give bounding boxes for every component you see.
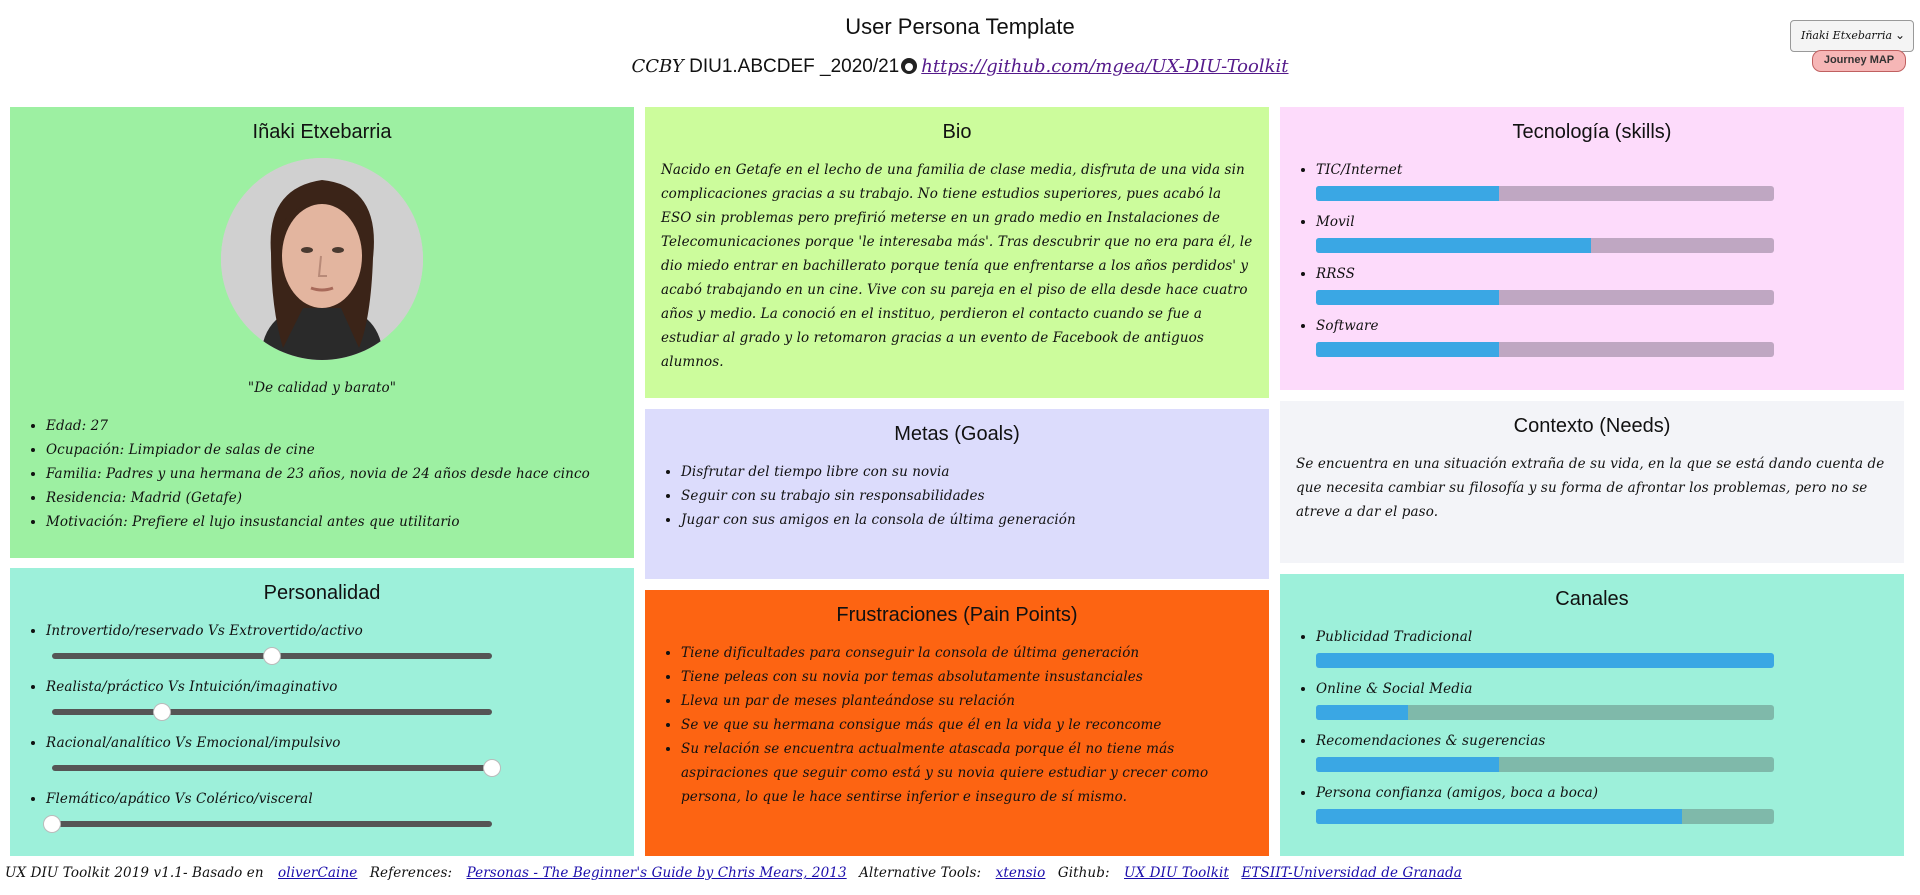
channel-bar [1316,705,1774,720]
references-label: References: [369,865,453,881]
skill-bar [1316,238,1774,253]
goals-title: Metas (Goals) [894,423,1020,445]
context-title: Contexto (Needs) [1513,415,1671,437]
skill-label: TIC/Internet [1316,162,1403,178]
footer: UX DIU Toolkit 2019 v1.1- Basado en oliv… [5,865,1470,881]
trait-item: Introvertido/reservado Vs Extrovertido/a… [46,619,618,643]
github-link[interactable]: UX DIU Toolkit [1124,865,1229,881]
university-link[interactable]: ETSIIT-Universidad de Granada [1241,865,1461,881]
frustrations-card: Frustraciones (Pain Points) Tiene dificu… [645,590,1269,856]
trait-label: Flemático/apático Vs Colérico/visceral [46,791,313,807]
slider-knob[interactable] [263,647,281,665]
channel-bar [1316,653,1774,668]
persona-card: Iñaki Etxebarria "De calidad y barato" E… [10,107,634,558]
skill-bar [1316,186,1774,201]
tech-title: Tecnología (skills) [1512,121,1672,143]
alt-tools-label: Alternative Tools: [859,865,982,881]
skill-item: Movil [1316,210,1888,253]
trait-label: Realista/práctico Vs Intuición/imaginati… [46,679,338,695]
skill-bar [1316,342,1774,357]
fact-motivation: Motivación: Prefiere el lujo insustancia… [46,510,618,534]
course-text: DIU1.ABCDEF _2020/21 [689,56,900,77]
slider-knob[interactable] [153,703,171,721]
frustration-item: Se ve que su hermana consigue más que él… [681,713,1253,737]
trait-item: Realista/práctico Vs Intuición/imaginati… [46,675,618,699]
channel-bar [1316,757,1774,772]
skill-bar [1316,290,1774,305]
trait-label: Racional/analítico Vs Emocional/impulsiv… [46,735,341,751]
trait-item: Racional/analítico Vs Emocional/impulsiv… [46,731,618,755]
frustration-item: Tiene peleas con su novia por temas abso… [681,665,1253,689]
fact-family: Familia: Padres y una hermana de 23 años… [46,462,618,486]
avatar [221,158,423,360]
trait-slider[interactable] [43,813,492,833]
fact-age: Edad: 27 [46,414,618,438]
bio-card: Bio Nacido en Getafe en el lecho de una … [645,107,1269,398]
channel-item: Online & Social Media [1316,677,1888,720]
channels-card: Canales Publicidad Tradicional Online & … [1280,574,1904,856]
context-text: Se encuentra en una situación extraña de… [1296,456,1885,520]
frustration-item: Tiene dificultades para conseguir la con… [681,641,1253,665]
github-label: Github: [1057,865,1110,881]
page-title: User Persona Template [845,14,1075,39]
persona-quote: "De calidad y barato" [247,380,397,396]
slider-knob[interactable] [43,815,61,833]
alt-tools-link[interactable]: xtensio [996,865,1046,881]
channel-label: Persona confianza (amigos, boca a boca) [1316,785,1599,801]
trait-slider[interactable] [52,701,492,721]
github-icon [901,58,918,74]
persona-select[interactable]: Iñaki Etxebarria ⌄ [1790,20,1914,52]
references-link[interactable]: Personas - The Beginner's Guide by Chris… [467,865,847,881]
goal-item: Seguir con su trabajo sin responsabilida… [681,484,1253,508]
trait-slider[interactable] [52,645,492,665]
persona-select-value: Iñaki Etxebarria [1801,29,1893,42]
skill-item: TIC/Internet [1316,158,1888,201]
license-text: CCBY [631,56,684,77]
persona-facts: Edad: 27 Ocupación: Limpiador de salas d… [26,414,618,534]
goal-item: Jugar con sus amigos en la consola de úl… [681,508,1253,532]
repo-link[interactable]: https://github.com/mgea/UX-DIU-Toolkit [921,56,1288,77]
slider-knob[interactable] [483,759,501,777]
frustrations-list: Tiene dificultades para conseguir la con… [661,641,1253,809]
frustration-item: Lleva un par de meses planteándose su re… [681,689,1253,713]
channel-label: Publicidad Tradicional [1316,629,1473,645]
channel-bar [1316,809,1774,824]
skill-label: RRSS [1316,266,1355,282]
personality-title: Personalidad [263,582,381,604]
fact-occupation: Ocupación: Limpiador de salas de cine [46,438,618,462]
skill-label: Software [1316,318,1379,334]
channel-item: Recomendaciones & sugerencias [1316,729,1888,772]
trait-slider[interactable] [52,757,501,777]
channel-item: Publicidad Tradicional [1316,625,1888,668]
persona-name: Iñaki Etxebarria [252,121,392,143]
channel-item: Persona confianza (amigos, boca a boca) [1316,781,1888,824]
trait-label: Introvertido/reservado Vs Extrovertido/a… [46,623,363,639]
fact-residence: Residencia: Madrid (Getafe) [46,486,618,510]
chevron-down-icon: ⌄ [1894,28,1905,42]
credit-link[interactable]: oliverCaine [278,865,357,881]
page-subtitle: CCBY DIU1.ABCDEF _2020/21 https://github.… [0,56,1920,78]
context-card: Contexto (Needs) Se encuentra en una sit… [1280,401,1904,563]
skill-item: Software [1316,314,1888,357]
channels-list: Publicidad Tradicional Online & Social M… [1296,625,1888,824]
journey-map-button[interactable]: Journey MAP [1812,50,1906,72]
personality-list: Introvertido/reservado Vs Extrovertido/a… [26,619,618,643]
bio-text: Nacido en Getafe en el lecho de una fami… [661,162,1253,370]
channel-label: Online & Social Media [1316,681,1473,697]
goal-item: Disfrutar del tiempo libre con su novia [681,460,1253,484]
tech-list: TIC/Internet Movil RRSS Software [1296,158,1888,357]
tech-card: Tecnología (skills) TIC/Internet Movil R… [1280,107,1904,390]
skill-label: Movil [1316,214,1355,230]
trait-item: Flemático/apático Vs Colérico/visceral [46,787,618,811]
bio-title: Bio [942,121,972,143]
goals-list: Disfrutar del tiempo libre con su novia … [661,460,1253,532]
personality-card: Personalidad Introvertido/reservado Vs E… [10,568,634,856]
footer-credit: UX DIU Toolkit 2019 v1.1- Basado en [5,865,264,881]
skill-item: RRSS [1316,262,1888,305]
frustrations-title: Frustraciones (Pain Points) [836,604,1078,626]
channel-label: Recomendaciones & sugerencias [1316,733,1546,749]
frustration-item: Su relación se encuentra actualmente ata… [681,737,1253,809]
channels-title: Canales [1555,588,1629,610]
goals-card: Metas (Goals) Disfrutar del tiempo libre… [645,409,1269,579]
